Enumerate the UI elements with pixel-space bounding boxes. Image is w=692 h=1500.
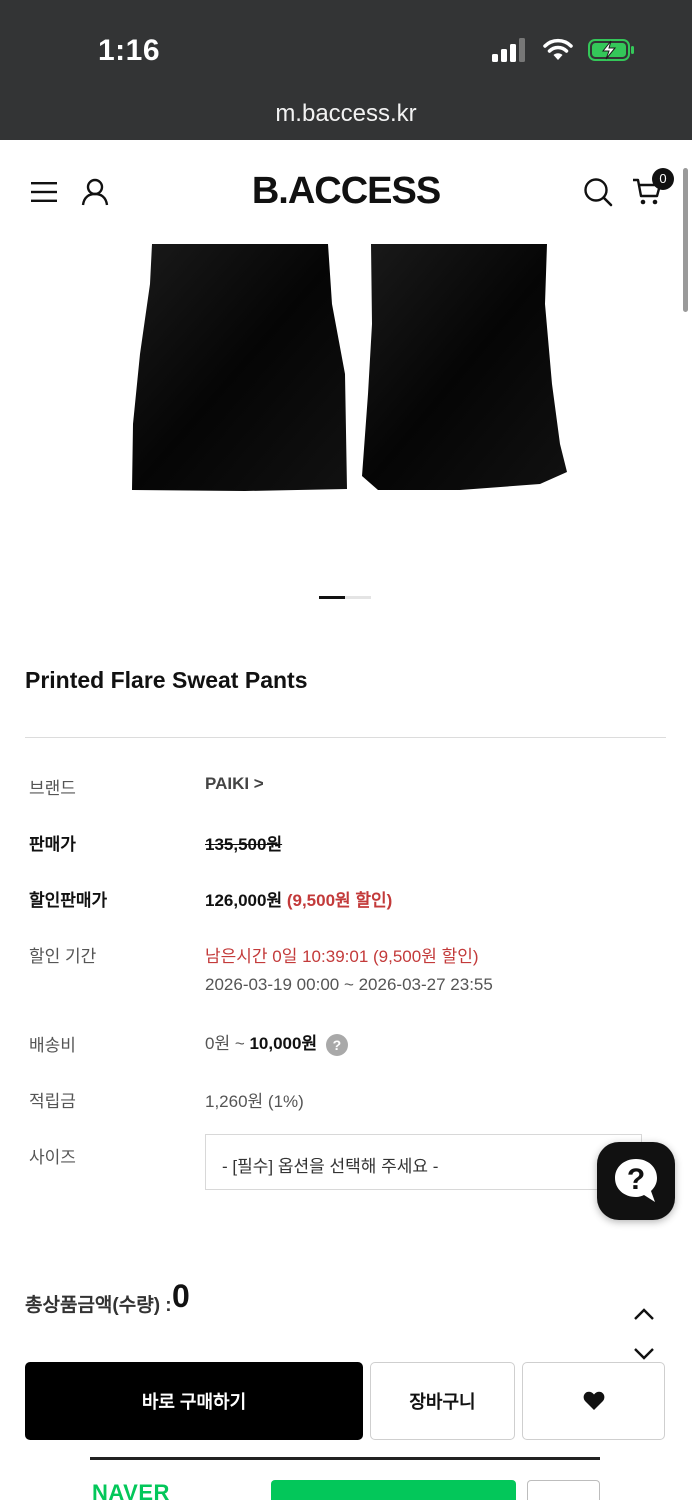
chevron-down-icon[interactable] bbox=[632, 1346, 656, 1362]
signal-icon bbox=[492, 38, 525, 62]
size-label: 사이즈 bbox=[29, 1148, 76, 1167]
image-pager[interactable] bbox=[319, 596, 371, 599]
divider bbox=[25, 737, 666, 738]
shipping-max: 10,000원 bbox=[249, 1034, 318, 1053]
menu-icon[interactable] bbox=[31, 181, 57, 203]
period-label: 할인 기간 bbox=[29, 947, 97, 966]
battery-charging-icon bbox=[588, 39, 634, 61]
product-photo bbox=[132, 244, 567, 491]
heart-icon bbox=[583, 1391, 604, 1410]
add-to-cart-button[interactable]: 장바구니 bbox=[370, 1362, 515, 1440]
original-price: 135,500원 bbox=[205, 835, 283, 854]
shipping-label: 배송비 bbox=[29, 1036, 76, 1055]
chat-help-icon: ? bbox=[615, 1159, 657, 1202]
url-text[interactable]: m.baccess.kr bbox=[0, 100, 692, 128]
chevron-up-icon[interactable] bbox=[632, 1306, 656, 1322]
product-image[interactable] bbox=[0, 244, 692, 574]
size-select[interactable]: - [필수] 옵션을 선택해 주세요 - bbox=[205, 1134, 642, 1190]
status-bar: 1:16 m.baccess.kr bbox=[0, 0, 692, 140]
naver-logo: NAVER bbox=[92, 1480, 170, 1500]
chat-help-button[interactable]: ? bbox=[597, 1142, 675, 1220]
points-label: 적립금 bbox=[29, 1092, 76, 1111]
sale-price: 126,000원 bbox=[205, 891, 283, 910]
wishlist-button[interactable] bbox=[522, 1362, 665, 1440]
cart-count-badge: 0 bbox=[652, 168, 674, 190]
period-remaining: 남은시간 0일 10:39:01 (9,500원 할인) bbox=[205, 947, 479, 966]
wifi-icon bbox=[543, 38, 573, 60]
shipping-row: 0원 ~ 10,000원 ? bbox=[205, 1029, 348, 1056]
shipping-help-icon[interactable]: ? bbox=[325, 1033, 348, 1056]
buy-now-button[interactable]: 바로 구매하기 bbox=[25, 1362, 363, 1440]
naver-wishlist-button[interactable] bbox=[527, 1480, 600, 1500]
status-icons bbox=[492, 38, 636, 62]
site-header: B.ACCESS 0 bbox=[0, 140, 692, 244]
period-range: 2026-03-19 00:00 ~ 2026-03-27 23:55 bbox=[205, 975, 493, 994]
user-icon[interactable] bbox=[81, 178, 109, 206]
total-value: 0 bbox=[172, 1278, 190, 1314]
brand-label: 브랜드 bbox=[29, 779, 76, 798]
naver-pay-section: NAVER bbox=[90, 1457, 600, 1500]
product-title: Printed Flare Sweat Pants bbox=[25, 667, 308, 693]
naver-pay-button[interactable] bbox=[271, 1480, 516, 1500]
search-icon[interactable] bbox=[583, 177, 613, 207]
status-time: 1:16 bbox=[98, 34, 161, 67]
pager-dot[interactable] bbox=[345, 596, 371, 599]
svg-text:?: ? bbox=[627, 1163, 645, 1196]
sale-discount: (9,500원 할인) bbox=[286, 891, 393, 910]
total-label: 총상품금액(수량) : bbox=[25, 1295, 172, 1316]
price-label: 판매가 bbox=[29, 835, 76, 854]
pager-dot-active[interactable] bbox=[319, 596, 345, 599]
brand-link[interactable]: PAIKI > bbox=[205, 774, 264, 794]
points-value: 1,260원 (1%) bbox=[205, 1092, 304, 1111]
shipping-min: 0원 ~ bbox=[205, 1034, 250, 1053]
sale-price-row: 126,000원 (9,500원 할인) bbox=[205, 886, 392, 911]
sale-price-label: 할인판매가 bbox=[29, 891, 108, 910]
